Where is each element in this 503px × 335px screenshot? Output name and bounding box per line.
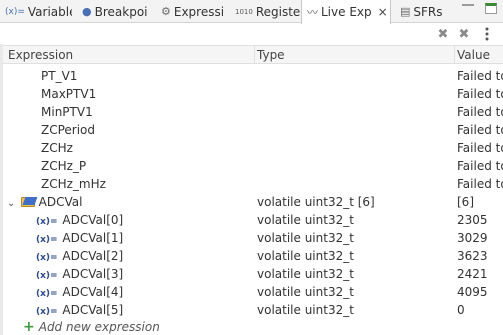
expression-value: 2305 (457, 213, 488, 227)
variable-icon: (x)= (36, 271, 58, 281)
column-divider[interactable] (254, 46, 255, 64)
tab-breakpoints[interactable]: ● Breakpoi (77, 0, 152, 23)
expression-value: Failed to (457, 69, 503, 83)
tab-label: Register (255, 4, 300, 19)
column-divider[interactable] (454, 46, 455, 64)
add-new-expression[interactable]: + Add new expression (3, 319, 503, 335)
close-icon[interactable]: × (378, 5, 388, 19)
maximize-icon[interactable] (485, 3, 497, 14)
expression-name: ADCVal[5] (62, 303, 124, 317)
expression-value: 2421 (457, 267, 488, 281)
expression-name: ADCVal[1] (62, 231, 124, 245)
variables-icon: (x)= (5, 6, 25, 17)
expression-value: Failed to (457, 105, 503, 119)
expression-value: 3623 (457, 249, 488, 263)
tab-live-expressions[interactable]: 〰 Live Exp × (301, 0, 391, 24)
table-row[interactable]: (x)= ADCVal[1] volatile uint32_t 3029 (3, 229, 503, 247)
table-row[interactable]: PT_V1 Failed to (3, 67, 503, 85)
tab-sfrs[interactable]: ▤ SFRs (395, 0, 450, 23)
expression-value: Failed to (457, 87, 503, 101)
tab-variables[interactable]: (x)= Variable (0, 0, 72, 23)
expression-value: Failed to (457, 177, 503, 191)
breakpoints-icon: ● (82, 5, 92, 18)
expression-name: ADCVal[4] (62, 285, 124, 299)
table-row[interactable]: ZCPeriod Failed to (3, 121, 503, 139)
tab-label: Live Exp (321, 5, 372, 19)
column-expression[interactable]: Expression (8, 48, 73, 62)
expression-type: volatile uint32_t (257, 285, 354, 299)
table-row[interactable]: (x)= ADCVal[2] volatile uint32_t 3623 (3, 247, 503, 265)
remove-icon[interactable]: ✖ (435, 26, 451, 42)
column-value[interactable]: Value (457, 48, 490, 62)
tab-label: SFRs (413, 4, 443, 19)
table-row[interactable]: ZCHz Failed to (3, 139, 503, 157)
expression-value: Failed to (457, 141, 503, 155)
expression-name: MinPTV1 (41, 105, 93, 119)
expression-type: volatile uint32_t [6] (257, 195, 375, 209)
tab-label: Breakpoi (94, 4, 148, 19)
live-expressions-icon: 〰 (307, 6, 318, 19)
expression-name: PT_V1 (41, 69, 78, 83)
table-row[interactable]: (x)= ADCVal[4] volatile uint32_t 4095 (3, 283, 503, 301)
variable-icon: (x)= (36, 235, 58, 245)
tab-expressions[interactable]: ⚙ Expressi (156, 0, 228, 23)
expression-value: [6] (457, 195, 474, 209)
tab-label: Expressi (173, 4, 225, 19)
variable-icon: (x)= (36, 289, 58, 299)
chevron-down-icon[interactable]: ⌄ (7, 198, 17, 209)
sfrs-icon: ▤ (400, 5, 411, 18)
add-icon: + (23, 319, 35, 335)
tab-label: Variable (27, 4, 72, 19)
view-toolbar: ✖ ✖ (0, 24, 503, 44)
column-header: Expression Type Value (3, 45, 503, 64)
expression-name: ADCVal (38, 195, 83, 209)
expression-value: Failed to (457, 123, 503, 137)
expression-name: ZCHz_P (41, 159, 87, 173)
registers-icon: 1010 (235, 7, 253, 16)
array-folder-icon (20, 197, 35, 207)
expression-value: 3029 (457, 231, 488, 245)
expression-type: volatile uint32_t (257, 249, 354, 263)
expression-type: volatile uint32_t (257, 267, 354, 281)
variable-icon: (x)= (36, 307, 58, 317)
tab-registers[interactable]: 1010 Register (230, 0, 300, 23)
table-row[interactable]: ZCHz_mHz Failed to (3, 175, 503, 193)
table-row[interactable]: (x)= ADCVal[5] volatile uint32_t 0 (3, 301, 503, 319)
view-tab-bar: (x)= Variable ● Breakpoi ⚙ Expressi 1010… (0, 0, 503, 24)
expression-name: ZCHz_mHz (41, 177, 106, 191)
minimize-icon[interactable] (462, 4, 474, 7)
table-row-array[interactable]: ⌄ ADCVal volatile uint32_t [6] [6] (3, 193, 503, 211)
expressions-icon: ⚙ (161, 5, 171, 18)
table-row[interactable]: ZCHz_P Failed to (3, 157, 503, 175)
expression-name: ADCVal[0] (62, 213, 124, 227)
expression-type: volatile uint32_t (257, 303, 354, 317)
expression-name: MaxPTV1 (41, 87, 97, 101)
expression-value: 0 (457, 303, 465, 317)
table-row[interactable]: MinPTV1 Failed to (3, 103, 503, 121)
expression-type: volatile uint32_t (257, 213, 354, 227)
table-row[interactable]: (x)= ADCVal[3] volatile uint32_t 2421 (3, 265, 503, 283)
view-menu-icon[interactable] (481, 26, 493, 42)
expression-value: Failed to (457, 159, 503, 173)
expression-value: 4095 (457, 285, 488, 299)
variable-icon: (x)= (36, 217, 58, 227)
variable-icon: (x)= (36, 253, 58, 263)
expression-name: ADCVal[3] (62, 267, 124, 281)
table-row[interactable]: (x)= ADCVal[0] volatile uint32_t 2305 (3, 211, 503, 229)
remove-all-icon[interactable]: ✖ (456, 26, 472, 42)
table-row[interactable]: MaxPTV1 Failed to (3, 85, 503, 103)
expression-type: volatile uint32_t (257, 231, 354, 245)
expression-name: ZCHz (41, 141, 73, 155)
column-type[interactable]: Type (257, 48, 285, 62)
add-expression-label: Add new expression (38, 320, 160, 334)
expression-name: ZCPeriod (41, 123, 96, 137)
expression-name: ADCVal[2] (62, 249, 124, 263)
